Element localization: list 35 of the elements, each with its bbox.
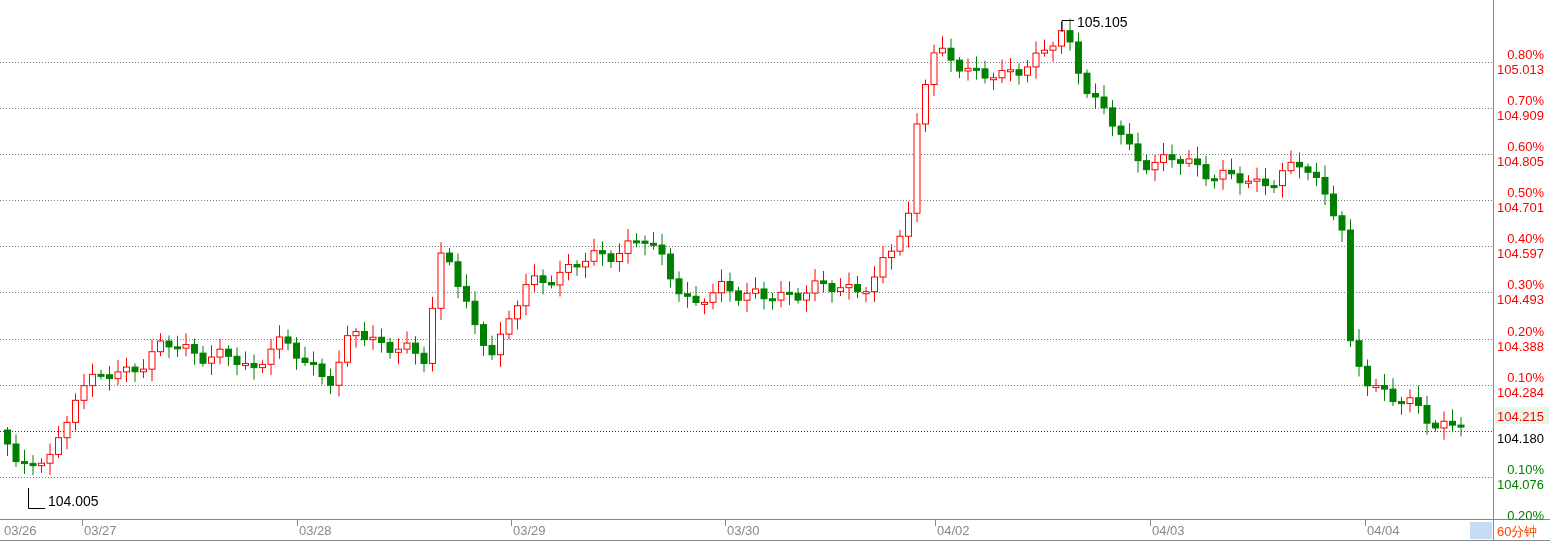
price-label: 104.805 bbox=[1497, 154, 1544, 169]
date-label: 03/27 bbox=[84, 523, 117, 538]
percent-label: 0.20% bbox=[1507, 508, 1544, 523]
price-label: 104.076 bbox=[1497, 477, 1544, 492]
percent-label: 0.60% bbox=[1507, 139, 1544, 154]
price-label: 104.388 bbox=[1497, 339, 1544, 354]
price-label: 105.013 bbox=[1497, 62, 1544, 77]
low-price-label: 104.005 bbox=[48, 493, 99, 509]
last-price-tag: 104.215 bbox=[1495, 407, 1549, 424]
price-label: 104.909 bbox=[1497, 108, 1544, 123]
leader-line bbox=[28, 487, 46, 509]
price-label: 104.597 bbox=[1497, 246, 1544, 261]
date-label: 03/30 bbox=[727, 523, 760, 538]
percent-label: 0.70% bbox=[1507, 93, 1544, 108]
date-label: 04/02 bbox=[937, 523, 970, 538]
price-label: 104.180 bbox=[1497, 431, 1544, 446]
percent-label: 0.20% bbox=[1507, 324, 1544, 339]
percent-label: 0.40% bbox=[1507, 231, 1544, 246]
date-label: 04/03 bbox=[1152, 523, 1185, 538]
period-label[interactable]: 60分钟 bbox=[1497, 524, 1538, 539]
range-selector[interactable] bbox=[1470, 522, 1492, 539]
price-label: 104.284 bbox=[1497, 385, 1544, 400]
date-label: 03/26 bbox=[4, 523, 37, 538]
date-label: 03/28 bbox=[299, 523, 332, 538]
price-label: 104.493 bbox=[1497, 292, 1544, 307]
percent-label: 0.30% bbox=[1507, 277, 1544, 292]
percent-label: 0.80% bbox=[1507, 47, 1544, 62]
date-label: 04/04 bbox=[1367, 523, 1400, 538]
percent-label: 0.50% bbox=[1507, 185, 1544, 200]
percent-label: 0.10% bbox=[1507, 462, 1544, 477]
high-price-label: 105.105 bbox=[1077, 14, 1128, 30]
date-label: 03/29 bbox=[513, 523, 546, 538]
price-label: 104.701 bbox=[1497, 200, 1544, 215]
leader-line bbox=[1061, 20, 1075, 33]
percent-label: 0.10% bbox=[1507, 370, 1544, 385]
